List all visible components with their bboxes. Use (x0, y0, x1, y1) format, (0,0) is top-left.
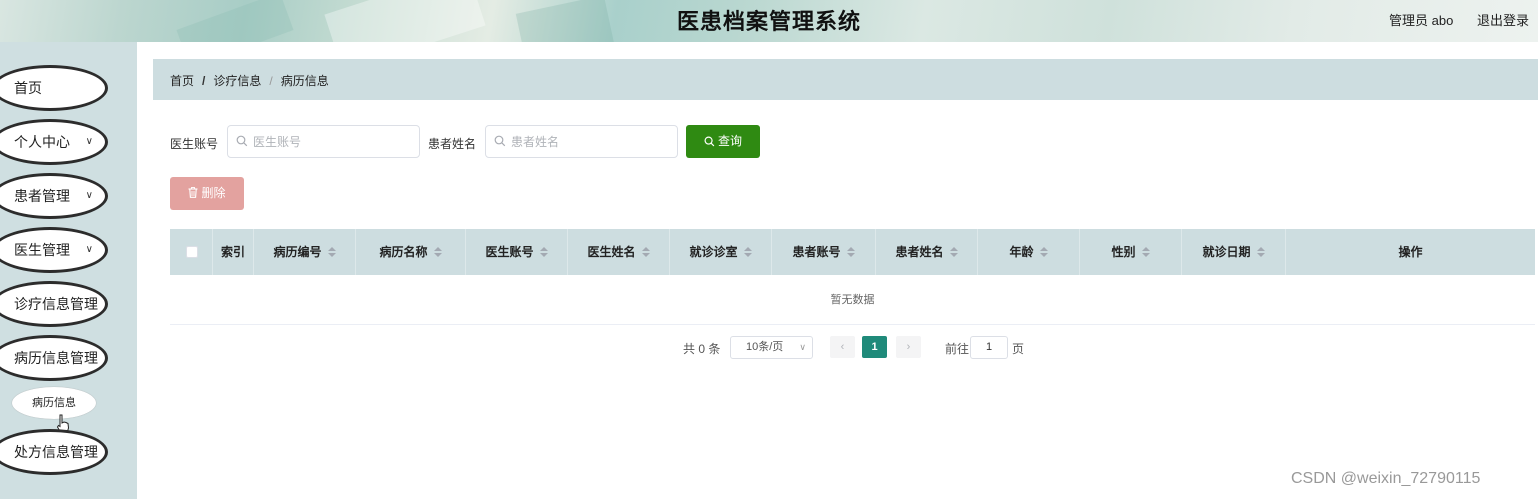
page-size-select[interactable]: 10条/页 ∨ (730, 336, 813, 359)
column-header-record-no[interactable]: 病历编号 (254, 229, 356, 275)
sidebar-item-personal-center[interactable]: 个人中心 ∨ (0, 119, 108, 165)
column-header-index: 索引 (213, 229, 254, 275)
current-user: 管理员 abo (1389, 13, 1454, 28)
sort-icon[interactable] (1256, 247, 1265, 257)
delete-button-label: 删除 (201, 186, 226, 200)
sidebar-item-label: 患者管理 (14, 188, 70, 204)
query-button[interactable]: 查询 (686, 125, 760, 158)
column-header-record-name[interactable]: 病历名称 (356, 229, 466, 275)
column-header-patient-name[interactable]: 患者姓名 (876, 229, 978, 275)
page-size-value: 10条/页 (746, 341, 784, 353)
select-all-checkbox[interactable] (186, 246, 198, 258)
sidebar-subitem-medical-record[interactable]: 病历信息 (12, 387, 96, 419)
sort-icon[interactable] (949, 247, 958, 257)
logout-button[interactable]: 退出登录 (1477, 10, 1529, 29)
column-header-age[interactable]: 年龄 (978, 229, 1080, 275)
column-header-label: 操作 (1398, 245, 1423, 259)
sort-icon[interactable] (327, 247, 336, 257)
column-header-label: 医生账号 (485, 245, 534, 259)
doctor-account-input[interactable] (253, 126, 413, 157)
table-header: 索引 病历编号 病历名称 医生账号 医生姓名 就诊诊室 患者账号 患者姓名 年龄… (170, 229, 1535, 275)
sidebar-item-label: 处方信息管理 (14, 444, 98, 460)
column-header-label: 年龄 (1009, 245, 1034, 259)
column-header-label: 就诊诊室 (689, 245, 738, 259)
column-header-label: 病历编号 (273, 245, 322, 259)
header-banner: 医患档案管理系统 管理员 abo 退出登录 (0, 0, 1538, 42)
sort-icon[interactable] (1039, 247, 1048, 257)
sort-icon[interactable] (1141, 247, 1150, 257)
sort-icon[interactable] (846, 247, 855, 257)
sidebar-item-patient-management[interactable]: 患者管理 ∨ (0, 173, 108, 219)
trash-icon (188, 187, 198, 198)
query-button-label: 查询 (717, 134, 742, 148)
pagination-total: 共 0 条 (683, 342, 721, 356)
column-header-label: 患者姓名 (895, 245, 944, 259)
delete-button[interactable]: 删除 (170, 177, 244, 210)
search-icon (704, 136, 715, 147)
column-header-label: 患者账号 (792, 245, 841, 259)
chevron-down-icon: ∨ (85, 136, 93, 147)
column-header-gender[interactable]: 性别 (1080, 229, 1182, 275)
column-header-label: 性别 (1111, 245, 1136, 259)
sort-icon[interactable] (641, 247, 650, 257)
breadcrumb-medical-record: 病历信息 (280, 74, 329, 88)
column-header-label: 病历名称 (379, 245, 428, 259)
sidebar-item-label: 医生管理 (14, 242, 70, 258)
chevron-down-icon: ∨ (799, 342, 806, 352)
column-header-doctor-name[interactable]: 医生姓名 (568, 229, 670, 275)
patient-name-label: 患者姓名 (428, 137, 477, 151)
sort-icon[interactable] (433, 247, 442, 257)
column-header-patient-account[interactable]: 患者账号 (772, 229, 876, 275)
sidebar-item-doctor-management[interactable]: 医生管理 ∨ (0, 227, 108, 273)
breadcrumb-diagnosis[interactable]: 诊疗信息 (213, 72, 261, 89)
sidebar-item-label: 诊疗信息管理 (14, 296, 98, 312)
doctor-account-field[interactable] (227, 125, 420, 158)
select-all-cell (170, 229, 213, 275)
column-header-clinic-room[interactable]: 就诊诊室 (670, 229, 772, 275)
column-header-label: 就诊日期 (1202, 245, 1251, 259)
breadcrumb-separator: / (202, 74, 206, 88)
search-icon (494, 135, 506, 147)
doctor-account-label: 医生账号 (170, 137, 219, 151)
table-empty-text: 暂无数据 (170, 275, 1535, 325)
search-icon (236, 135, 248, 147)
goto-label: 前往 (945, 342, 970, 356)
page-number-current[interactable]: 1 (862, 336, 887, 358)
breadcrumb-separator: / (269, 74, 273, 88)
chevron-down-icon: ∨ (85, 244, 93, 255)
chevron-down-icon: ∨ (85, 190, 93, 201)
sidebar-item-label: 病历信息管理 (14, 350, 98, 366)
goto-page-input[interactable]: 1 (970, 336, 1008, 359)
sort-icon[interactable] (539, 247, 548, 257)
patient-name-field[interactable] (485, 125, 678, 158)
sidebar-item-label: 首页 (14, 80, 42, 96)
app-title: 医患档案管理系统 (676, 9, 861, 34)
sort-icon[interactable] (743, 247, 752, 257)
column-header-label: 医生姓名 (587, 245, 636, 259)
patient-name-input[interactable] (511, 126, 671, 157)
sidebar-item-label: 个人中心 (14, 134, 70, 150)
breadcrumb-home[interactable]: 首页 (170, 72, 194, 89)
breadcrumb: 首页 / 诊疗信息 / 病历信息 (170, 72, 329, 89)
watermark: CSDN @weixin_72790115 (1291, 470, 1481, 487)
column-header-actions: 操作 (1286, 229, 1535, 275)
page-suffix-label: 页 (1012, 342, 1025, 356)
next-page-button[interactable]: › (896, 336, 921, 358)
column-header-doctor-account[interactable]: 医生账号 (466, 229, 568, 275)
column-header-label: 索引 (220, 245, 245, 259)
breadcrumb-bar: 首页 / 诊疗信息 / 病历信息 (153, 59, 1538, 100)
column-header-visit-date[interactable]: 就诊日期 (1182, 229, 1286, 275)
prev-page-button[interactable]: ‹ (830, 336, 855, 358)
